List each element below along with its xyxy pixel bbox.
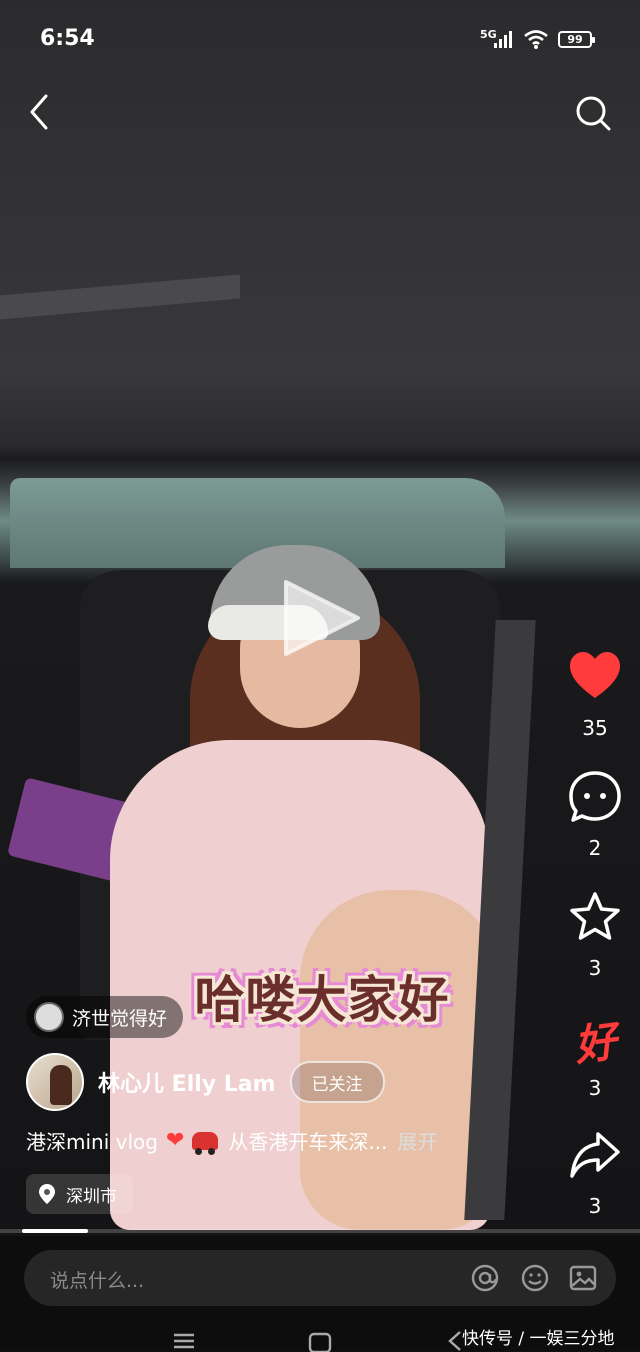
- description-suffix: 从香港开车来深...: [228, 1130, 388, 1154]
- follow-button[interactable]: 已关注: [289, 1061, 385, 1103]
- share-count: 3: [588, 1194, 602, 1218]
- red-heart-emoji-icon: ❤: [165, 1128, 185, 1153]
- search-icon[interactable]: [572, 92, 614, 134]
- friend-avatar: [34, 1002, 64, 1032]
- video-progress-fill: [22, 1229, 88, 1233]
- home-icon[interactable]: [308, 1332, 332, 1352]
- menu-icon[interactable]: [172, 1332, 196, 1350]
- image-picker-icon[interactable]: [568, 1263, 598, 1293]
- back-icon[interactable]: [22, 92, 58, 132]
- collect-count: 3: [588, 956, 602, 980]
- video-caption-overlay: 哈喽大家好: [182, 946, 462, 1046]
- author-row: 林心儿 Elly Lam 已关注: [26, 1052, 385, 1112]
- location-tag[interactable]: 深圳市: [26, 1174, 133, 1214]
- location-label: 深圳市: [66, 1186, 117, 1207]
- status-bar: 6:54 5G 99: [0, 0, 640, 80]
- star-icon: [570, 892, 620, 940]
- battery-icon: 99: [558, 31, 595, 48]
- friend-recommend-text: 济世觉得好: [72, 1007, 168, 1030]
- comment-input-bar[interactable]: 说点什么...: [24, 1250, 616, 1306]
- follow-button-label: 已关注: [311, 1074, 363, 1095]
- status-time: 6:54: [40, 26, 95, 51]
- play-icon[interactable]: [282, 578, 362, 658]
- share-arrow-icon: [570, 1132, 620, 1178]
- car-headliner: [0, 274, 240, 320]
- description-prefix: 港深mini vlog: [26, 1130, 158, 1154]
- comment-count: 2: [588, 836, 602, 860]
- signal-icon: [494, 30, 516, 48]
- emoji-icon[interactable]: [520, 1263, 550, 1293]
- comment-input-placeholder: 说点什么...: [50, 1270, 145, 1292]
- video-caption-text: 哈喽大家好: [194, 971, 450, 1029]
- heart-icon: [570, 652, 620, 698]
- car-emoji-icon: [192, 1131, 219, 1155]
- good-count: 3: [588, 1076, 602, 1100]
- good-icon: 好: [571, 1016, 620, 1071]
- location-pin-icon: [39, 1184, 55, 1204]
- video-description[interactable]: 港深mini vlog ❤ 从香港开车来深... 展开: [26, 1126, 437, 1155]
- friend-recommend-badge[interactable]: 济世觉得好: [26, 996, 184, 1038]
- wifi-icon: [524, 30, 548, 49]
- video-progress-bar[interactable]: [0, 1229, 640, 1233]
- author-name[interactable]: 林心儿 Elly Lam: [98, 1066, 276, 1098]
- watermark: 快传号 / 一娱三分地: [462, 1329, 615, 1349]
- author-avatar[interactable]: [26, 1053, 84, 1111]
- like-count: 35: [582, 716, 608, 740]
- expand-link[interactable]: 展开: [397, 1126, 437, 1155]
- comment-bubble-icon: [569, 771, 621, 822]
- at-mention-icon[interactable]: [470, 1263, 500, 1293]
